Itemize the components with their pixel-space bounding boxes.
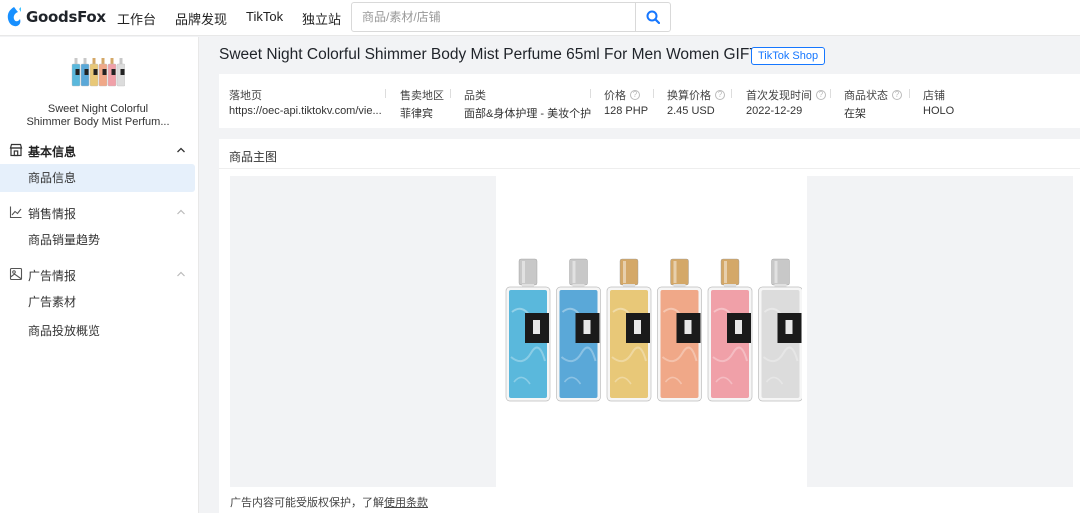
perfume-bottle	[657, 258, 702, 402]
divider	[450, 89, 451, 98]
divider	[219, 168, 1080, 169]
product-title: Sweet Night Colorful Shimmer Body Mist P…	[219, 46, 759, 63]
divider	[731, 89, 732, 98]
info-label: 店铺	[923, 90, 945, 102]
perfume-bottle	[556, 258, 601, 402]
info-label-text: 换算价格	[667, 90, 711, 102]
chevron-up-icon	[177, 271, 185, 277]
thumb-bottle	[89, 58, 99, 87]
perfume-bottle	[758, 258, 802, 402]
sidebar-item-ad-creatives[interactable]: 广告素材	[0, 288, 195, 316]
info-value: 2.45 USD	[667, 105, 715, 117]
info-label: 换算价格?	[667, 87, 725, 103]
divider	[653, 89, 654, 98]
info-value: 菲律宾	[400, 108, 433, 120]
thumb-bottle	[98, 58, 108, 87]
section-ad-intel-label: 广告情报	[28, 269, 77, 283]
nav-tiktok[interactable]: TikTok	[246, 9, 283, 24]
product-thumbnail	[71, 58, 125, 87]
search-box	[351, 2, 671, 32]
section-title: 商品主图	[229, 150, 278, 164]
nav-workbench[interactable]: 工作台	[117, 9, 156, 28]
sidebar-item-ad-overview[interactable]: 商品投放概览	[0, 317, 195, 345]
copyright-text: 广告内容可能受版权保护，了解	[230, 497, 384, 509]
chevron-up-icon	[177, 209, 185, 215]
product-main-image[interactable]	[504, 257, 802, 403]
sidebar-product-name: Sweet Night Colorful Shimmer Body Mist P…	[10, 103, 186, 129]
divider	[830, 89, 831, 98]
thumb-bottle	[116, 58, 125, 87]
sidebar-item-sales-trend[interactable]: 商品销量趋势	[0, 226, 195, 254]
sidebar-product-name-line1: Sweet Night Colorful	[47, 103, 149, 115]
search-button[interactable]	[635, 3, 670, 31]
copyright-notice: 广告内容可能受版权保护，了解使用条款	[230, 494, 428, 510]
info-value: 128 PHP	[604, 105, 649, 117]
info-label: 售卖地区	[400, 90, 444, 102]
image-padding-left	[230, 176, 496, 487]
perfume-bottle	[707, 258, 753, 402]
line-chart-icon	[9, 206, 22, 219]
thumb-bottle	[71, 58, 81, 87]
image-padding-right	[807, 176, 1073, 487]
question-icon[interactable]: ?	[816, 90, 826, 100]
info-label-text: 价格	[604, 90, 626, 102]
info-label: 价格?	[604, 87, 640, 103]
section-basic-info-label: 基本信息	[28, 145, 77, 159]
thumb-bottle	[80, 58, 90, 87]
top-bar: GoodsFox 工作台 品牌发现 TikTok 独立站	[0, 0, 1080, 36]
perfume-bottle	[606, 258, 652, 402]
shop-icon	[9, 143, 23, 157]
terms-link[interactable]: 使用条款	[384, 497, 428, 509]
goodsfox-logo-icon	[7, 7, 21, 27]
section-sales-intel[interactable]: 销售情报	[0, 199, 199, 225]
section-ad-intel[interactable]: 广告情报	[0, 261, 199, 287]
logo[interactable]: GoodsFox	[6, 6, 106, 28]
image-icon	[9, 267, 23, 281]
tiktok-shop-badge[interactable]: TikTok Shop	[751, 47, 826, 65]
sidebar-item-product-info[interactable]: 商品信息	[0, 164, 195, 192]
section-sales-intel-label: 销售情报	[28, 207, 77, 221]
divider	[590, 89, 591, 98]
divider	[385, 89, 386, 98]
info-label-text: 商品状态	[844, 90, 888, 102]
sidebar: Sweet Night Colorful Shimmer Body Mist P…	[0, 37, 199, 513]
info-value: 在架	[844, 108, 866, 120]
info-label-text: 首次发现时间	[746, 90, 812, 102]
info-value: 2022-12-29	[746, 105, 803, 117]
divider	[909, 89, 910, 98]
info-label: 品类	[464, 90, 486, 102]
search-input[interactable]	[352, 3, 636, 31]
store-link[interactable]: HOLO	[923, 105, 954, 117]
info-label: 首次发现时间?	[746, 87, 826, 103]
thumb-bottle	[107, 58, 117, 87]
product-info-card: 落地页 https://oec-api.tiktokv.com/vie... 售…	[219, 74, 1080, 128]
question-icon[interactable]: ?	[630, 90, 640, 100]
landing-page-link[interactable]: https://oec-api.tiktokv.com/vie...	[229, 105, 382, 117]
logo-text: GoodsFox	[26, 8, 106, 26]
question-icon[interactable]: ?	[892, 90, 902, 100]
info-value: 面部&身体护理 - 美妆个护	[464, 108, 592, 120]
main-image-card: 商品主图 广告内容可能受版权保护，了解使用条款	[219, 139, 1080, 513]
sidebar-product-name-line2: Shimmer Body Mist Perfum...	[26, 116, 170, 128]
nav-independent-site[interactable]: 独立站	[302, 9, 341, 28]
chevron-up-icon	[177, 147, 185, 153]
question-icon[interactable]: ?	[715, 90, 725, 100]
nav-brand-discovery[interactable]: 品牌发现	[175, 9, 227, 28]
section-basic-info[interactable]: 基本信息	[0, 137, 199, 163]
info-label: 商品状态?	[844, 87, 902, 103]
info-label: 落地页	[229, 90, 262, 102]
perfume-bottle	[505, 258, 551, 402]
search-icon	[646, 10, 660, 24]
